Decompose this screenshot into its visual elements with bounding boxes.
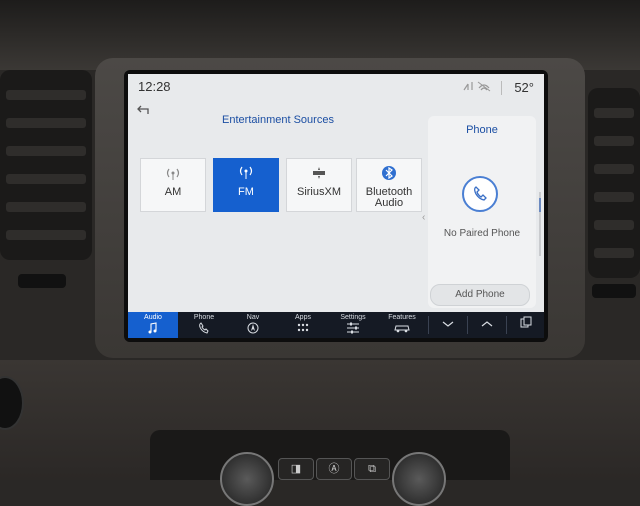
source-bluetooth-button[interactable]: Bluetooth Audio [356, 158, 422, 212]
signal-off-icon [462, 80, 492, 95]
page-title: Entertainment Sources [222, 114, 334, 126]
source-label: FM [238, 186, 254, 198]
nav-phone[interactable]: Phone [181, 312, 227, 338]
bottom-navbar: Audio Phone Nav Apps Settings Features [128, 312, 544, 338]
nav-apps[interactable]: Apps [280, 312, 326, 338]
nav-nav[interactable]: Nav [230, 312, 276, 338]
car-icon [394, 325, 410, 333]
nav-divider [428, 316, 429, 334]
status-bar: 12:28 52° [128, 74, 544, 100]
phone-status-text: No Paired Phone [443, 228, 521, 239]
source-label: Bluetooth Audio [365, 186, 413, 209]
phone-icon[interactable] [462, 176, 498, 212]
outside-temperature: 52° [514, 80, 534, 95]
nav-label: Settings [340, 314, 366, 321]
phone-icon [199, 322, 209, 334]
console-button-1: ◨ [278, 458, 314, 480]
chevron-down-icon[interactable] [430, 312, 466, 338]
nav-label: Features [388, 314, 416, 321]
climate-dial-left [220, 452, 274, 506]
bluetooth-icon [382, 166, 396, 180]
compass-icon [247, 322, 259, 334]
add-phone-button[interactable]: Add Phone [430, 284, 530, 306]
source-label: AM [164, 186, 182, 198]
fm-radio-icon [239, 166, 253, 179]
nav-divider [467, 316, 468, 334]
right-air-vent [588, 88, 640, 278]
source-label: SiriusXM [296, 186, 341, 198]
screens-icon[interactable] [508, 312, 544, 338]
console-button-3: ⧉ [354, 458, 390, 480]
music-note-icon [148, 322, 157, 334]
clock: 12:28 [138, 79, 171, 94]
nav-features[interactable]: Features [378, 312, 426, 338]
sync-display: 12:28 52° Entertainment Sources AM FM Si… [128, 74, 544, 338]
chevron-left-icon[interactable]: ‹ [422, 212, 425, 223]
status-separator [501, 81, 502, 95]
chevron-up-icon[interactable] [469, 312, 505, 338]
am-radio-icon [166, 168, 180, 180]
siriusxm-icon [313, 167, 325, 179]
left-air-vent [0, 70, 92, 260]
console-button-2: Ⓐ [316, 458, 352, 480]
phone-panel-title: Phone [466, 124, 498, 136]
nav-label: Phone [193, 314, 215, 321]
nav-label: Audio [144, 314, 162, 321]
apps-grid-icon [297, 323, 309, 332]
source-siriusxm-button[interactable]: SiriusXM [286, 158, 352, 212]
nav-label: Nav [246, 314, 260, 321]
source-fm-button[interactable]: FM [213, 158, 279, 212]
climate-dial-right [392, 452, 446, 506]
nav-settings[interactable]: Settings [330, 312, 376, 338]
source-am-button[interactable]: AM [140, 158, 206, 212]
phone-panel: Phone No Paired Phone Add Phone [428, 116, 536, 308]
vent-control-right [592, 284, 636, 298]
infotainment-screen: 12:28 52° Entertainment Sources AM FM Si… [124, 70, 548, 342]
nav-divider [506, 316, 507, 334]
sliders-icon [347, 322, 359, 334]
nav-label: Apps [295, 314, 311, 321]
nav-audio[interactable]: Audio [128, 312, 178, 338]
scrollbar-thumb[interactable] [539, 198, 541, 212]
vent-control-left [18, 274, 66, 288]
